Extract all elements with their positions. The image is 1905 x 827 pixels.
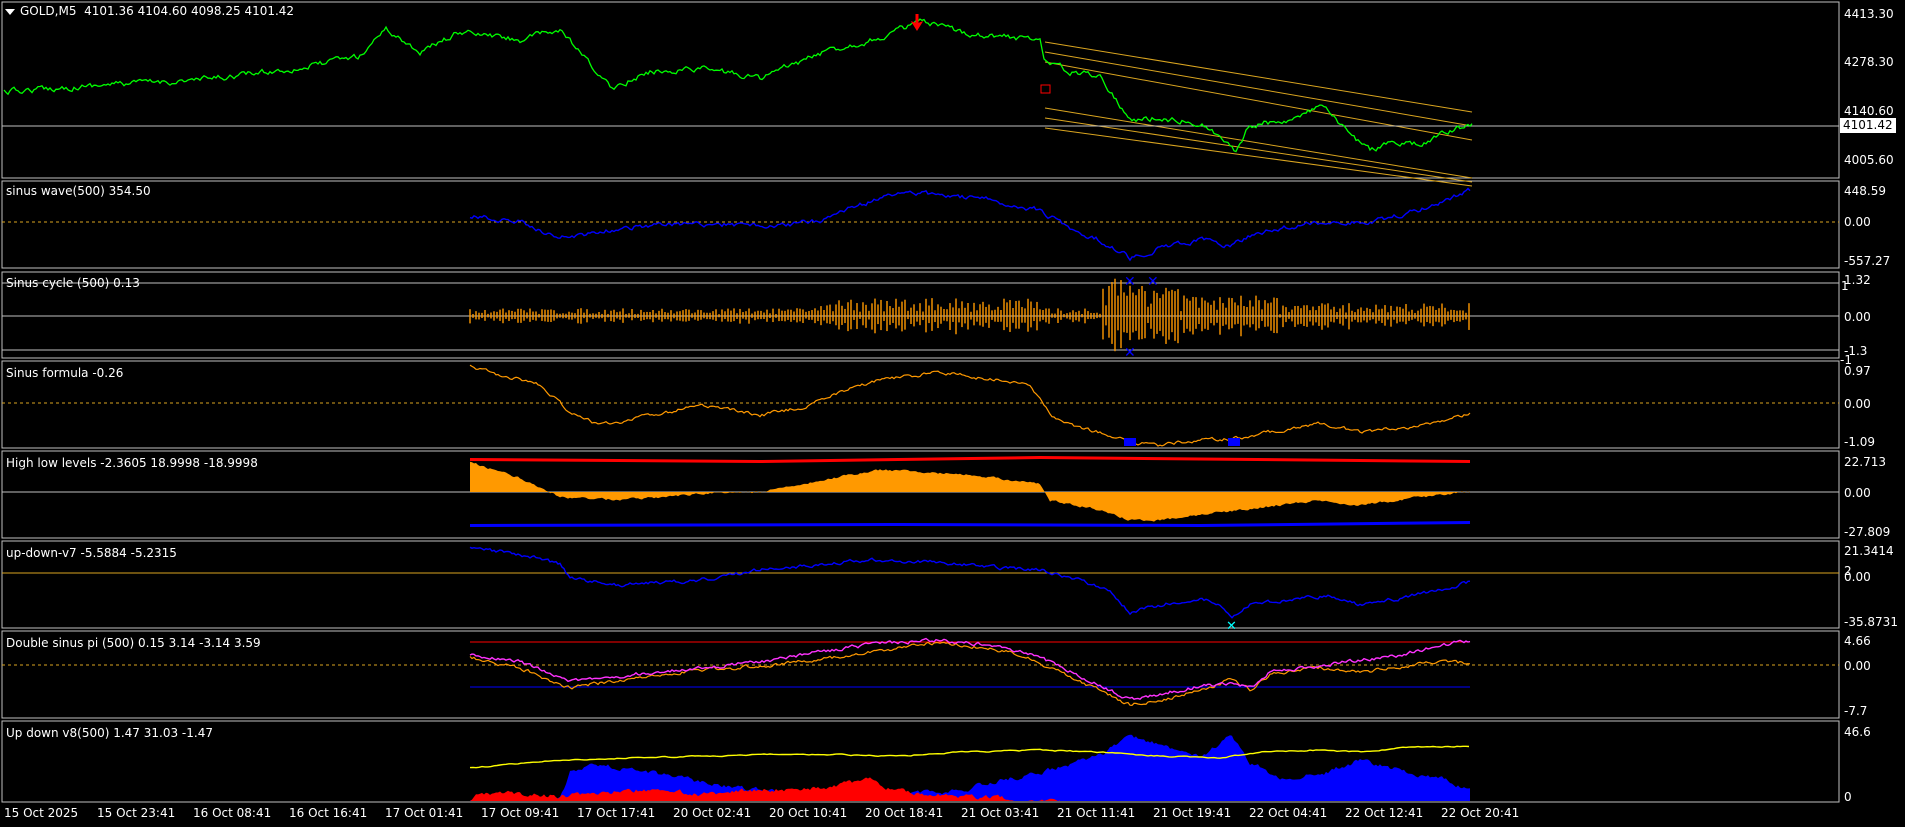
- sinus-wave-label-max: 448.59: [1844, 184, 1886, 198]
- panel-title-up-down-v7: up-down-v7 -5.5884 -5.2315: [6, 546, 177, 560]
- chart-canvas[interactable]: ✕ ✕ ✕ ✕: [0, 0, 1905, 827]
- time-label: 16 Oct 08:41: [193, 806, 272, 820]
- up-down-v8-label-max: 46.6: [1844, 725, 1871, 739]
- sinus-formula-label-min: -1.09: [1844, 435, 1876, 449]
- time-label: 17 Oct 01:41: [385, 806, 464, 820]
- panel-frame: [1, 540, 1840, 629]
- time-label: 21 Oct 19:41: [1153, 806, 1232, 820]
- sinus-wave-label-zero: 0.00: [1844, 215, 1871, 229]
- high-low-label-zero: 0.00: [1844, 486, 1871, 500]
- up-down-v8-line: [469, 745, 1470, 769]
- panel-frame: [1, 180, 1840, 269]
- high-level-band: [470, 456, 1470, 463]
- sinus-wave-label-min: -557.27: [1844, 254, 1891, 268]
- cross-marker-icon: ✕: [1147, 274, 1159, 290]
- time-label: 22 Oct 12:41: [1345, 806, 1424, 820]
- time-label: 20 Oct 10:41: [769, 806, 848, 820]
- double-sinus-label-max: 4.66: [1844, 634, 1871, 648]
- time-label: 16 Oct 16:41: [289, 806, 368, 820]
- sinus-formula-line: [469, 364, 1471, 447]
- up-down-v8-label-zero: 0: [1844, 790, 1852, 804]
- level-marker: [1228, 438, 1240, 446]
- high-low-label-max: 22.713: [1844, 455, 1886, 469]
- time-label: 17 Oct 17:41: [577, 806, 656, 820]
- time-label: 21 Oct 03:41: [961, 806, 1040, 820]
- low-level-band: [470, 521, 1470, 527]
- trade-marker-icon: [1040, 84, 1051, 94]
- price-label-2: 4278.30: [1844, 55, 1894, 69]
- panel-title-sinus-formula: Sinus formula -0.26: [6, 366, 124, 380]
- price-label-1: 4413.30: [1844, 7, 1894, 21]
- time-label: 15 Oct 23:41: [97, 806, 176, 820]
- panel-frame: [1, 630, 1840, 719]
- panel-title-high-low-levels: High low levels -2.3605 18.9998 -18.9998: [6, 456, 258, 470]
- double-sinus-label-min: -7.7: [1844, 704, 1868, 718]
- panel-frame: [1, 1, 1840, 179]
- price-label-4: 4005.60: [1844, 153, 1894, 167]
- time-label: 22 Oct 20:41: [1441, 806, 1520, 820]
- up-down-v8-area: [470, 734, 1470, 801]
- panel-title-sinus-wave: sinus wave(500) 354.50: [6, 184, 151, 198]
- time-label: 20 Oct 18:41: [865, 806, 944, 820]
- up-down-v7-line: [469, 546, 1471, 619]
- sinus-formula-label-zero: 0.00: [1844, 397, 1871, 411]
- trend-channel-line: [1044, 51, 1473, 127]
- panel-title-double-sinus-pi: Double sinus pi (500) 0.15 3.14 -3.14 3.…: [6, 636, 261, 650]
- cross-marker-icon: ✕: [1124, 274, 1136, 290]
- up-down-v7-label-zero: 0.00: [1844, 570, 1871, 584]
- panel-frame: [1, 360, 1840, 449]
- symbol-label: GOLD,M5: [20, 4, 77, 18]
- high-low-label-min: -27.809: [1844, 525, 1891, 539]
- main-chart-title: GOLD,M5 4101.36 4104.60 4098.25 4101.42: [20, 4, 294, 18]
- sinus-cycle-label-zero: 0.00: [1844, 310, 1871, 324]
- trend-channel-line: [1044, 107, 1473, 179]
- panel-title-up-down-v8: Up down v8(500) 1.47 31.03 -1.47: [6, 726, 213, 740]
- chart-menu-arrow-icon[interactable]: [5, 9, 15, 15]
- sinus-formula-label-max: 0.97: [1844, 364, 1871, 378]
- current-price-badge: 4101.42: [1840, 118, 1896, 133]
- price-label-3: 4140.60: [1844, 104, 1894, 118]
- double-sinus-label-zero: 0.00: [1844, 659, 1871, 673]
- sinus-cycle-label-one: 1: [1841, 279, 1849, 293]
- panel-frame: [1, 720, 1840, 803]
- ohlc-values: 4101.36 4104.60 4098.25 4101.42: [84, 4, 295, 18]
- time-label: 17 Oct 09:41: [481, 806, 560, 820]
- cross-marker-icon: ✕: [1226, 619, 1237, 634]
- cross-marker-icon: ✕: [1124, 345, 1136, 361]
- trend-channel-line: [1044, 127, 1473, 187]
- level-marker: [1124, 438, 1136, 446]
- time-label: 15 Oct 2025: [4, 806, 79, 820]
- trend-channel-line: [1044, 117, 1473, 183]
- time-label: 21 Oct 11:41: [1057, 806, 1136, 820]
- time-label: 20 Oct 02:41: [673, 806, 752, 820]
- sinus-wave-line: [469, 187, 1471, 262]
- up-down-v7-label-max: 21.3414: [1844, 544, 1894, 558]
- time-label: 22 Oct 04:41: [1249, 806, 1328, 820]
- double-sinus-line: [469, 641, 1471, 707]
- price-line: [3, 18, 1473, 153]
- panel-title-sinus-cycle: Sinus cycle (500) 0.13: [6, 276, 140, 290]
- up-down-v7-label-min: -35.8731: [1844, 615, 1898, 629]
